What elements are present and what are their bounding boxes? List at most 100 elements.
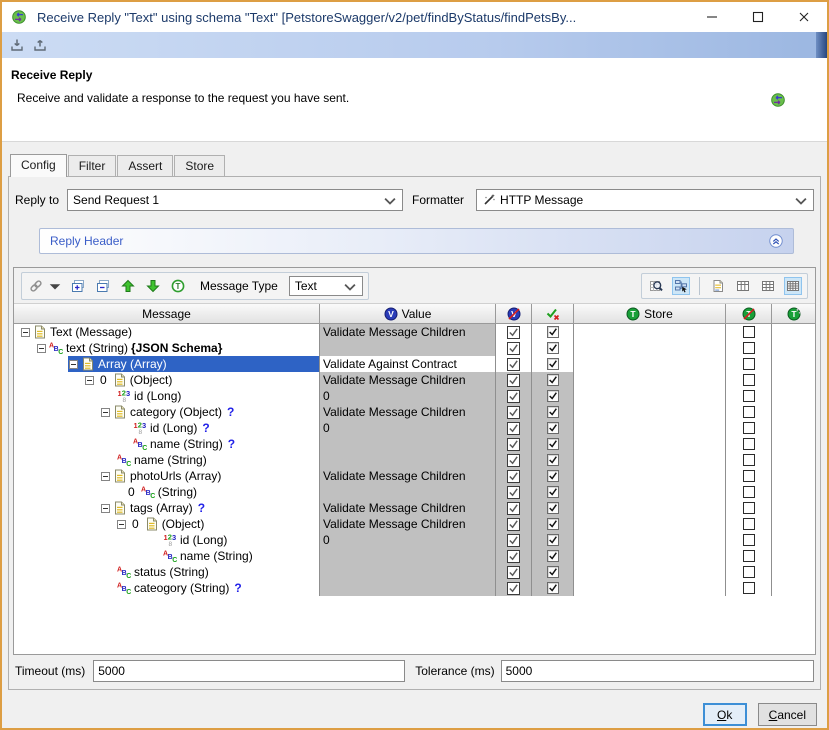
column-header-message[interactable]: Message bbox=[14, 304, 320, 323]
tolerance-input[interactable] bbox=[501, 660, 814, 682]
form-view-button[interactable] bbox=[709, 277, 727, 295]
validate-checkbox[interactable] bbox=[507, 486, 520, 499]
store-disabled-checkbox[interactable] bbox=[743, 438, 755, 450]
message-cell[interactable]: category (Object)? bbox=[14, 404, 320, 420]
store-disabled-checkbox[interactable] bbox=[743, 390, 755, 402]
validate-checkbox[interactable] bbox=[507, 422, 520, 435]
dropdown-arrow-icon[interactable] bbox=[48, 279, 62, 293]
column-header-store[interactable]: TStore bbox=[574, 304, 726, 323]
store-disabled-checkbox[interactable] bbox=[743, 454, 755, 466]
move-up-button[interactable] bbox=[119, 277, 137, 295]
validate-checkbox[interactable] bbox=[507, 582, 520, 595]
value-cell[interactable] bbox=[320, 484, 496, 500]
value-cell[interactable]: 0 bbox=[320, 420, 496, 436]
value-cell[interactable]: Validate Message Children bbox=[320, 468, 496, 484]
message-cell[interactable]: ABCstatus (String) bbox=[14, 564, 320, 580]
assert-checkbox[interactable] bbox=[547, 502, 559, 514]
column-header-value[interactable]: VValue bbox=[320, 304, 496, 323]
message-cell[interactable]: 1238id (Long)? bbox=[14, 420, 320, 436]
store-cell[interactable] bbox=[574, 420, 726, 436]
store-cell[interactable] bbox=[574, 500, 726, 516]
tree-expander[interactable] bbox=[101, 408, 110, 417]
message-cell[interactable]: ABCcateogory (String)? bbox=[14, 580, 320, 596]
export-icon[interactable] bbox=[33, 38, 48, 53]
expand-all-button[interactable] bbox=[69, 277, 87, 295]
assert-checkbox[interactable] bbox=[547, 326, 559, 338]
store-disabled-checkbox[interactable] bbox=[743, 582, 755, 594]
validate-checkbox[interactable] bbox=[507, 550, 520, 563]
grid-full-button[interactable] bbox=[784, 277, 802, 295]
store-disabled-checkbox[interactable] bbox=[743, 406, 755, 418]
import-icon[interactable] bbox=[10, 38, 25, 53]
value-cell[interactable]: Validate Message Children bbox=[320, 404, 496, 420]
store-cell[interactable] bbox=[574, 324, 726, 340]
tree-expander[interactable] bbox=[37, 344, 46, 353]
message-cell[interactable]: 1238id (Long) bbox=[14, 532, 320, 548]
validate-checkbox[interactable] bbox=[507, 566, 520, 579]
message-type-select[interactable]: Text bbox=[289, 276, 363, 296]
value-cell[interactable] bbox=[320, 564, 496, 580]
message-cell[interactable]: 0(Object) bbox=[14, 372, 320, 388]
store-cell[interactable] bbox=[574, 516, 726, 532]
store-disabled-checkbox[interactable] bbox=[743, 470, 755, 482]
tab-filter[interactable]: Filter bbox=[68, 155, 117, 177]
store-cell[interactable] bbox=[574, 404, 726, 420]
store-disabled-checkbox[interactable] bbox=[743, 358, 755, 370]
tree-expander[interactable] bbox=[101, 504, 110, 513]
message-cell[interactable]: ABCname (String) bbox=[14, 548, 320, 564]
value-cell[interactable]: Validate Message Children bbox=[320, 500, 496, 516]
toggle-store-button[interactable]: T bbox=[169, 277, 187, 295]
grid-compact-button[interactable] bbox=[734, 277, 752, 295]
title-bar[interactable]: Receive Reply "Text" using schema "Text"… bbox=[2, 2, 827, 32]
store-disabled-checkbox[interactable] bbox=[743, 566, 755, 578]
assert-checkbox[interactable] bbox=[547, 486, 559, 498]
value-cell[interactable]: Validate Against Contract bbox=[320, 356, 496, 372]
value-cell[interactable] bbox=[320, 548, 496, 564]
store-disabled-checkbox[interactable] bbox=[743, 342, 755, 354]
timeout-input[interactable] bbox=[93, 660, 405, 682]
tree-expander[interactable] bbox=[101, 472, 110, 481]
store-disabled-checkbox[interactable] bbox=[743, 518, 755, 530]
message-cell[interactable]: tags (Array)? bbox=[14, 500, 320, 516]
message-cell[interactable]: Text (Message) bbox=[14, 324, 320, 340]
store-disabled-checkbox[interactable] bbox=[743, 422, 755, 434]
value-cell[interactable]: 0 bbox=[320, 388, 496, 404]
store-disabled-checkbox[interactable] bbox=[743, 326, 755, 338]
store-cell[interactable] bbox=[574, 564, 726, 580]
close-button[interactable] bbox=[781, 2, 827, 32]
validate-checkbox[interactable] bbox=[507, 342, 520, 355]
value-cell[interactable] bbox=[320, 436, 496, 452]
value-cell[interactable]: Validate Message Children bbox=[320, 516, 496, 532]
value-cell[interactable]: Validate Message Children bbox=[320, 324, 496, 340]
formatter-select[interactable]: HTTP Message bbox=[476, 189, 814, 211]
store-cell[interactable] bbox=[574, 532, 726, 548]
message-cell[interactable]: photoUrls (Array) bbox=[14, 468, 320, 484]
validate-checkbox[interactable] bbox=[507, 326, 520, 339]
maximize-button[interactable] bbox=[735, 2, 781, 32]
grid-medium-button[interactable] bbox=[759, 277, 777, 295]
assert-checkbox[interactable] bbox=[547, 582, 559, 594]
value-cell[interactable] bbox=[320, 580, 496, 596]
column-header-validate[interactable]: V bbox=[496, 304, 532, 323]
tree-expander[interactable] bbox=[117, 520, 126, 529]
validate-checkbox[interactable] bbox=[507, 502, 520, 515]
assert-checkbox[interactable] bbox=[547, 422, 559, 434]
validate-checkbox[interactable] bbox=[507, 390, 520, 403]
reply-to-select[interactable]: Send Request 1 bbox=[67, 189, 403, 211]
validate-checkbox[interactable] bbox=[507, 438, 520, 451]
store-cell[interactable] bbox=[574, 484, 726, 500]
value-cell[interactable] bbox=[320, 340, 496, 356]
assert-checkbox[interactable] bbox=[547, 470, 559, 482]
assert-checkbox[interactable] bbox=[547, 438, 559, 450]
tree-expander[interactable] bbox=[21, 328, 30, 337]
cancel-button[interactable]: Cancel bbox=[758, 703, 817, 726]
store-disabled-checkbox[interactable] bbox=[743, 534, 755, 546]
tree-selection-button[interactable] bbox=[672, 277, 690, 295]
validate-checkbox[interactable] bbox=[507, 470, 520, 483]
store-cell[interactable] bbox=[574, 548, 726, 564]
validate-checkbox[interactable] bbox=[507, 374, 520, 387]
validate-checkbox[interactable] bbox=[507, 534, 520, 547]
validate-checkbox[interactable] bbox=[507, 406, 520, 419]
value-cell[interactable] bbox=[320, 452, 496, 468]
minimize-button[interactable] bbox=[689, 2, 735, 32]
